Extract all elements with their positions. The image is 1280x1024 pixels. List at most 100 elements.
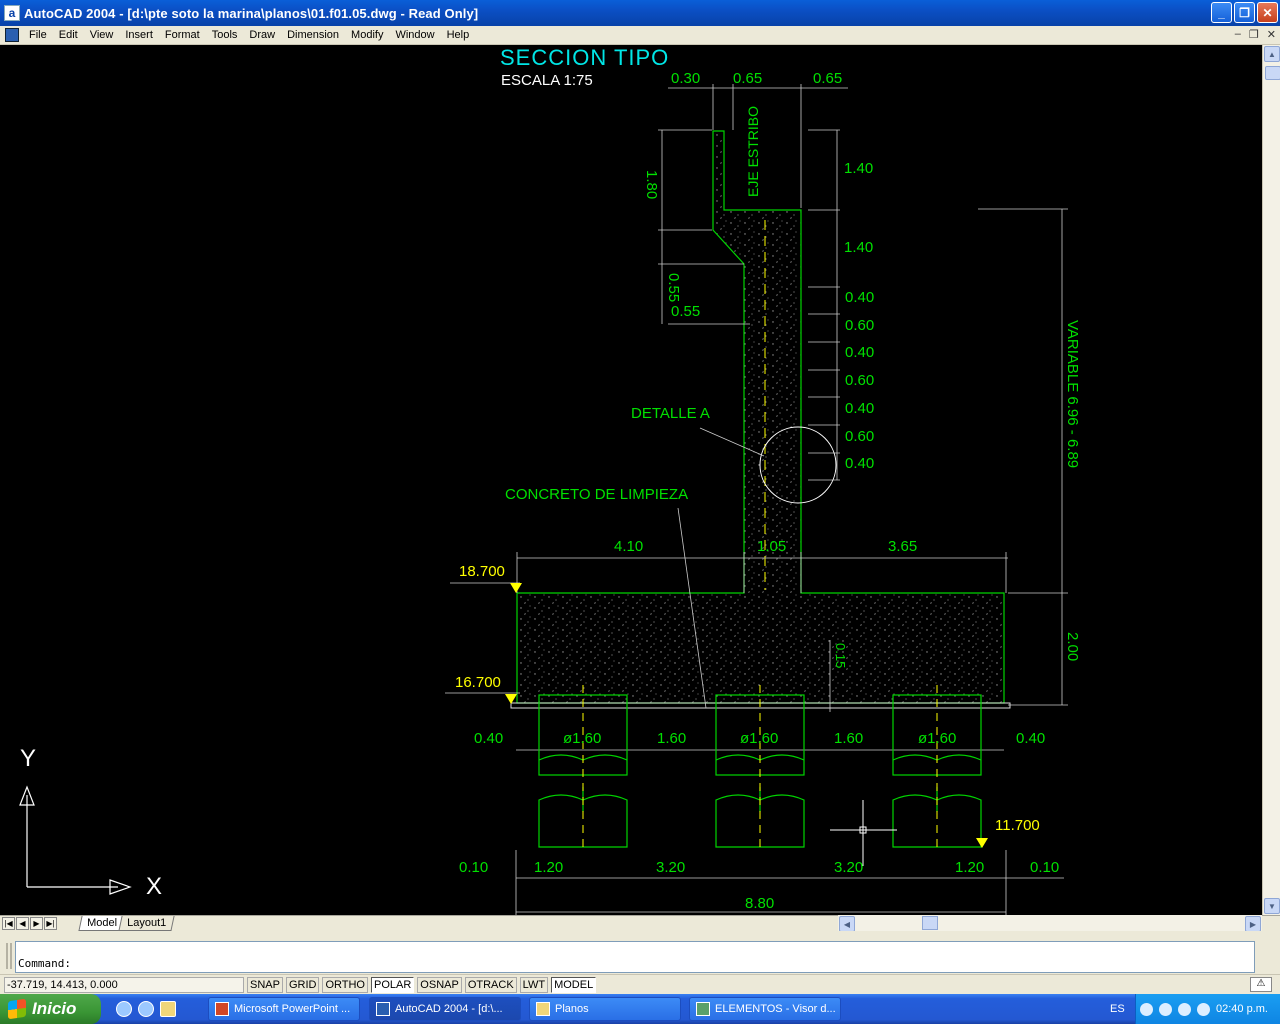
dim-right-7: 0.60 [845, 428, 875, 445]
tab-layout1[interactable]: Layout1 [118, 916, 175, 931]
menu-dimension[interactable]: Dimension [281, 29, 345, 41]
bottom-dim-4: 1.20 [955, 859, 985, 876]
task-autocad[interactable]: AutoCAD 2004 - [d:\... [369, 997, 521, 1021]
doc-restore-button[interactable]: ❐ [1249, 28, 1259, 41]
minimize-button[interactable]: _ [1211, 2, 1232, 23]
snap-toggle[interactable]: SNAP [247, 976, 283, 993]
doc-minimize-button[interactable]: – [1235, 28, 1241, 41]
elevation-pile-tip: 11.700 [995, 817, 1040, 834]
tray-icon-1[interactable] [1140, 1002, 1154, 1016]
footing-dim-2: 3.65 [888, 538, 918, 555]
bottom-dim-5: 0.10 [1030, 859, 1060, 876]
system-tray: 02:40 p.m. [1135, 994, 1280, 1024]
menu-help[interactable]: Help [441, 29, 476, 41]
scroll-up-icon[interactable]: ▲ [1264, 46, 1280, 62]
osnap-toggle[interactable]: OSNAP [417, 976, 462, 993]
tray-icon-2[interactable] [1159, 1002, 1173, 1016]
dim-right-3: 0.60 [845, 317, 875, 334]
menu-edit[interactable]: Edit [53, 29, 84, 41]
cad-drawing [19, 84, 1068, 915]
task-autocad-label: AutoCAD 2004 - [d:\... [395, 1003, 503, 1015]
communication-center-icon[interactable]: ⚠ [1250, 977, 1272, 992]
menu-tools[interactable]: Tools [206, 29, 244, 41]
dim-top-0: 0.30 [671, 70, 701, 87]
lwt-toggle[interactable]: LWT [519, 976, 549, 993]
menu-view[interactable]: View [84, 29, 120, 41]
otrack-toggle[interactable]: OTRACK [464, 976, 517, 993]
pile-dim-6: 0.40 [1016, 730, 1046, 747]
taskbar: Inicio Microsoft PowerPoint ... AutoCAD … [0, 994, 1280, 1024]
autocad-app-icon[interactable]: a [4, 5, 20, 21]
tray-icon-3[interactable] [1178, 1002, 1192, 1016]
dim-top-1: 0.65 [733, 70, 763, 87]
menu-bar: File Edit View Insert Format Tools Draw … [0, 26, 1280, 45]
tab-layout1-label: Layout1 [127, 917, 167, 929]
command-grip[interactable] [6, 943, 12, 969]
menu-insert[interactable]: Insert [119, 29, 159, 41]
menu-file[interactable]: File [23, 29, 53, 41]
folder-quicklaunch-icon[interactable] [160, 1001, 176, 1017]
clock[interactable]: 02:40 p.m. [1216, 1003, 1268, 1015]
scroll-down-icon[interactable]: ▼ [1264, 898, 1280, 914]
detail-a-label: DETALLE A [631, 405, 710, 422]
pile-dim-2: 1.60 [657, 730, 687, 747]
close-button[interactable]: ✕ [1257, 2, 1278, 23]
elevation-top: 18.700 [459, 563, 505, 580]
status-bar: -37.719, 14.413, 0.000 SNAP GRID ORTHO P… [0, 974, 1280, 994]
dim-left-0: 1.80 [643, 170, 660, 200]
drawing-area[interactable]: SECCION TIPO ESCALA 1:75 0.30 0.65 0.65 … [0, 45, 1262, 915]
vertical-scroll-thumb[interactable] [1265, 66, 1280, 80]
scroll-left-icon[interactable]: ◀ [839, 916, 855, 932]
grid-toggle[interactable]: GRID [285, 976, 320, 993]
folder-icon [536, 1002, 550, 1016]
prev-tab-icon[interactable]: ◀ [16, 917, 29, 930]
pile-dim-4: 1.60 [834, 730, 864, 747]
dim-right-0: 1.40 [844, 160, 874, 177]
menu-format[interactable]: Format [159, 29, 206, 41]
tray-icon-4[interactable] [1197, 1002, 1211, 1016]
restore-button[interactable]: ❐ [1234, 2, 1255, 23]
autocad-icon [376, 1002, 390, 1016]
horizontal-scroll-thumb[interactable] [922, 916, 938, 930]
bottom-dim-0: 0.10 [459, 859, 489, 876]
bottom-dim-2: 3.20 [656, 859, 686, 876]
ortho-toggle[interactable]: ORTHO [322, 976, 368, 993]
ucs-x-label: X [146, 873, 163, 900]
last-tab-icon[interactable]: ▶| [44, 917, 57, 930]
title-bar: a AutoCAD 2004 - [d:\pte soto la marina\… [0, 0, 1280, 26]
model-toggle[interactable]: MODEL [551, 976, 597, 993]
powerpoint-icon [215, 1002, 229, 1016]
horizontal-scrollbar[interactable]: ◀ ▶ [838, 915, 1262, 932]
windows-logo-icon [8, 998, 26, 1020]
menu-modify[interactable]: Modify [345, 29, 389, 41]
language-indicator[interactable]: ES [1110, 1003, 1125, 1015]
menu-draw[interactable]: Draw [243, 29, 281, 41]
first-tab-icon[interactable]: |◀ [2, 917, 15, 930]
document-icon[interactable] [5, 28, 19, 42]
polar-toggle[interactable]: POLAR [371, 976, 415, 993]
start-button[interactable]: Inicio [0, 994, 101, 1024]
doc-close-button[interactable]: ✕ [1267, 28, 1276, 41]
axis-label: EJE ESTRIBO [745, 105, 761, 197]
dim-top-2: 0.65 [813, 70, 843, 87]
menu-window[interactable]: Window [389, 29, 440, 41]
dim-left-offset: 0.55 [671, 303, 701, 320]
task-planos-label: Planos [555, 1003, 589, 1015]
ie-quicklaunch-icon[interactable] [116, 1001, 132, 1017]
next-tab-icon[interactable]: ▶ [30, 917, 43, 930]
browser-quicklaunch-icon[interactable] [138, 1001, 154, 1017]
command-window: Command: [0, 931, 1280, 974]
scroll-right-icon[interactable]: ▶ [1245, 916, 1261, 932]
task-powerpoint[interactable]: Microsoft PowerPoint ... [208, 997, 360, 1021]
command-input[interactable]: Command: [15, 941, 1255, 973]
dim-right-1: 1.40 [844, 239, 874, 256]
vertical-scrollbar[interactable]: ▲ ▼ [1262, 45, 1280, 915]
dim-right-4: 0.40 [845, 344, 875, 361]
dim-right-5: 0.60 [845, 372, 875, 389]
small-dim: 0.15 [833, 643, 848, 669]
elevation-bottom: 16.700 [455, 674, 501, 691]
ucs-y-label: Y [20, 745, 37, 772]
variable-label: VARIABLE 6.96 - 6.89 [1064, 320, 1081, 469]
task-planos[interactable]: Planos [529, 997, 681, 1021]
task-elementos[interactable]: ELEMENTOS - Visor d... [689, 997, 841, 1021]
